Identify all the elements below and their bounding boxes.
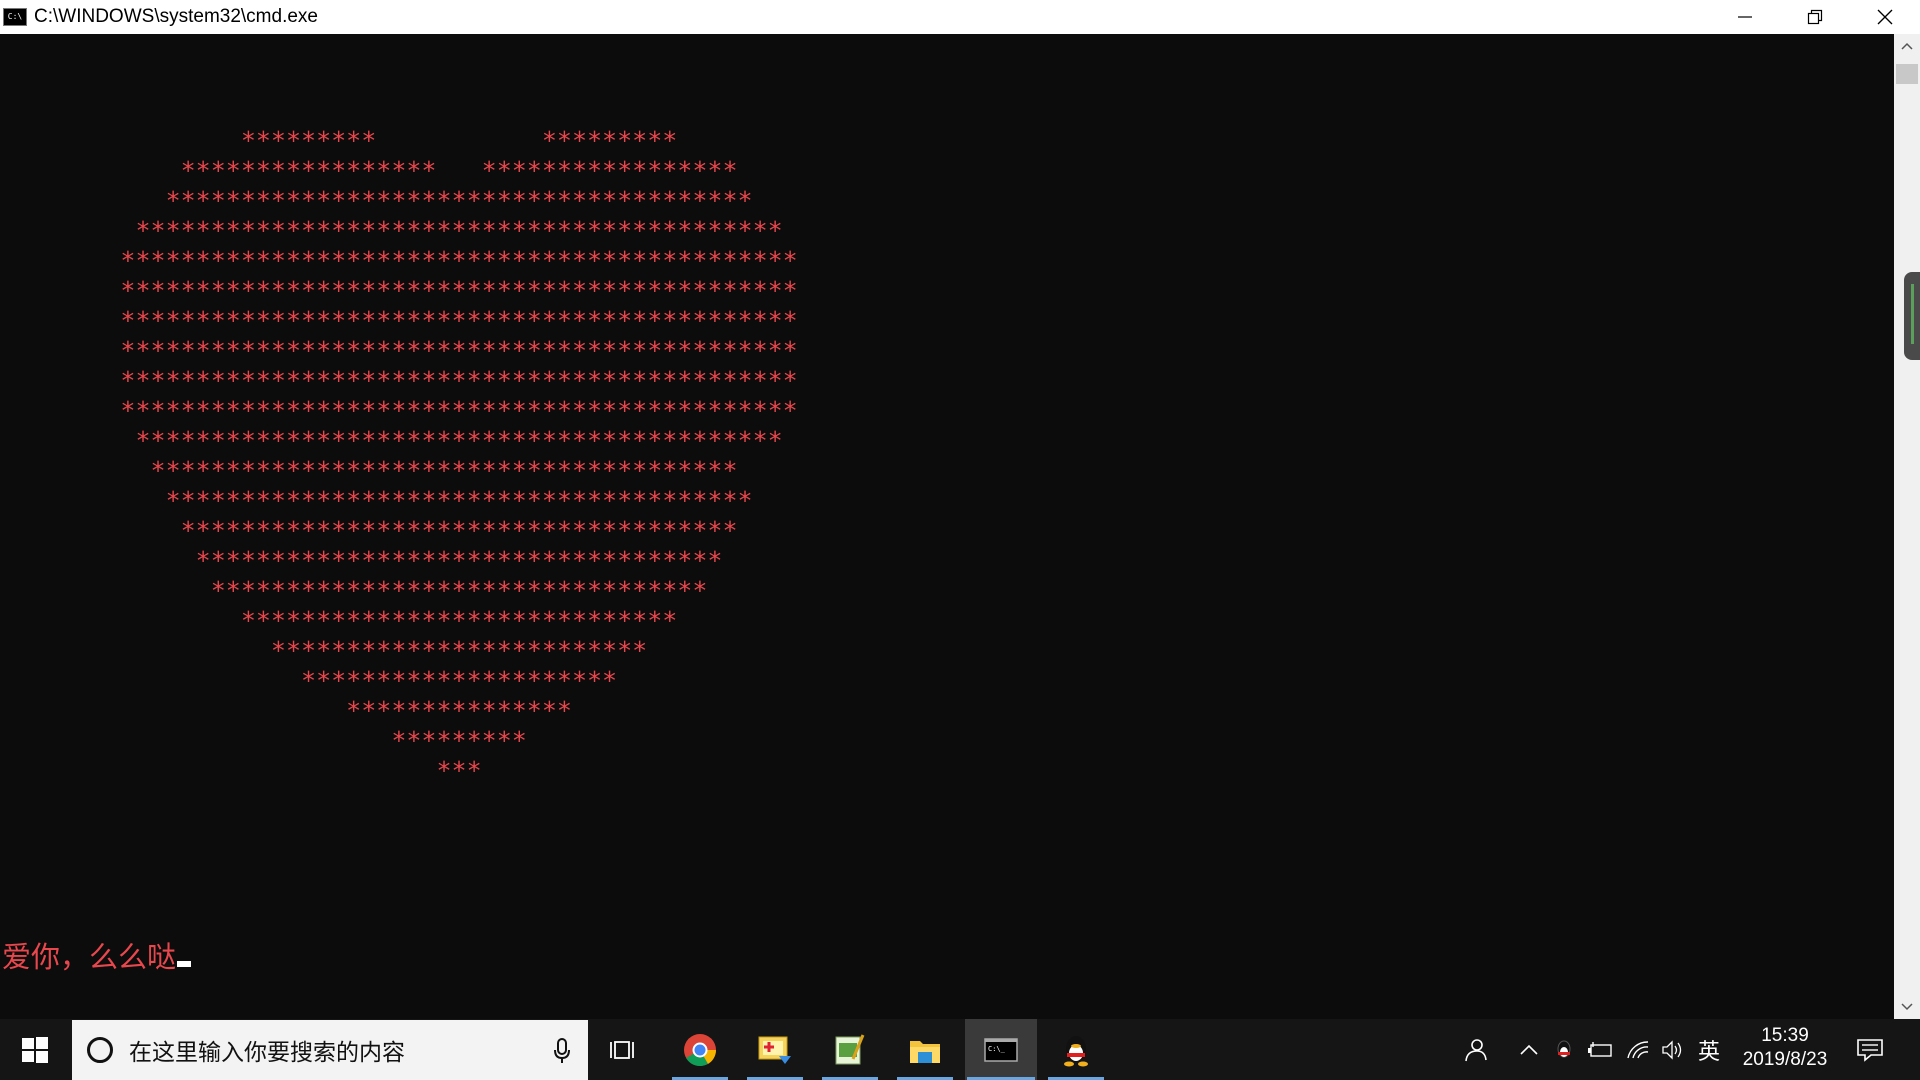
console-message: 爱你，么么哒 (2, 934, 192, 976)
battery-button[interactable] (1587, 1019, 1613, 1080)
cmd-icon[interactable]: C:\ (3, 8, 27, 26)
cmd-icon-glyph: C:\ (7, 12, 23, 21)
heart-line: ********************************* (0, 576, 708, 605)
heart-line: ****************************************… (0, 246, 798, 275)
battery-icon (1588, 1041, 1612, 1057)
notepad-plus-icon (835, 1033, 865, 1064)
heart-line: ****************************************… (0, 306, 798, 335)
chevron-up-icon (1520, 1044, 1538, 1055)
windows-logo-icon (22, 1036, 48, 1063)
heart-line: ***************** ***************** (0, 156, 738, 185)
scroll-down-button[interactable] (1894, 995, 1920, 1019)
volume-button[interactable] (1660, 1019, 1686, 1080)
cmd-icon: C:\_ (984, 1037, 1018, 1062)
people-icon (1465, 1038, 1487, 1061)
heart-line: ************************************* (0, 516, 738, 545)
qq-icon (1064, 1035, 1088, 1066)
heart-line: *** (0, 756, 482, 785)
side-panel-handle[interactable] (1904, 272, 1920, 360)
volume-icon (1662, 1039, 1682, 1060)
heart-line: ********************* (0, 666, 618, 695)
text-cursor (177, 961, 192, 967)
heart-line: *************************************** (0, 186, 753, 215)
microphone-icon[interactable] (554, 1038, 570, 1064)
task-view-button[interactable] (594, 1019, 654, 1080)
taskbar-chrome[interactable] (670, 1019, 730, 1080)
photo-editor-icon (758, 1036, 791, 1064)
heart-line: *************************************** (0, 456, 738, 485)
notification-icon (1857, 1038, 1883, 1062)
heart-ascii-art: ********* ********* ***************** **… (0, 126, 798, 786)
search-placeholder: 在这里输入你要搜索的内容 (129, 1039, 405, 1065)
start-button[interactable] (0, 1019, 70, 1080)
people-button[interactable] (1462, 1019, 1488, 1080)
heart-line: *************************************** (0, 486, 753, 515)
taskbar-search-box[interactable]: 在这里输入你要搜索的内容 (72, 1020, 588, 1080)
heart-line: ************************* (0, 636, 648, 665)
cortana-icon[interactable] (87, 1037, 113, 1063)
message-text: 爱你，么么哒 (2, 940, 177, 974)
network-button[interactable] (1625, 1019, 1651, 1080)
window-title: C:\WINDOWS\system32\cmd.exe (34, 6, 318, 27)
heart-line: *************** (0, 696, 572, 725)
taskbar-notepad-plus[interactable] (820, 1019, 880, 1080)
wifi-icon (1627, 1040, 1649, 1058)
heart-line: ********* (0, 726, 527, 755)
show-hidden-icons-button[interactable] (1518, 1019, 1540, 1080)
heart-line: ****************************************… (0, 216, 783, 245)
svg-text:C:\_: C:\_ (988, 1045, 1006, 1053)
heart-line: ****************************************… (0, 276, 798, 305)
heart-line: ********* ********* (0, 126, 678, 155)
taskbar-photo-editor[interactable] (745, 1019, 805, 1080)
restore-icon (1807, 9, 1823, 25)
taskbar: 在这里输入你要搜索的内容 C:\_ 英 15:39 2019/8/23 (0, 1019, 1920, 1080)
close-icon (1877, 9, 1893, 25)
close-button[interactable] (1850, 0, 1920, 34)
qq-tray-icon (1557, 1040, 1571, 1057)
heart-line: ****************************************… (0, 396, 798, 425)
heart-line: *********************************** (0, 546, 723, 575)
taskbar-file-explorer[interactable] (895, 1019, 955, 1080)
scroll-up-button[interactable] (1894, 34, 1920, 58)
clock-time: 15:39 (1761, 1025, 1809, 1046)
chrome-icon (684, 1033, 717, 1066)
minimize-button[interactable] (1710, 0, 1780, 34)
chevron-up-icon (1901, 42, 1913, 50)
heart-line: ****************************************… (0, 366, 798, 395)
clock-date: 2019/8/23 (1742, 1049, 1828, 1070)
clock[interactable]: 15:39 2019/8/23 (1730, 1019, 1840, 1080)
title-bar[interactable]: C:\ C:\WINDOWS\system32\cmd.exe (0, 0, 1920, 34)
vertical-scrollbar[interactable] (1894, 34, 1920, 1019)
taskbar-cmd[interactable]: C:\_ (965, 1019, 1037, 1080)
console-output[interactable]: ********* ********* ***************** **… (0, 34, 1894, 1019)
heart-line: ***************************** (0, 606, 678, 635)
restore-button[interactable] (1780, 0, 1850, 34)
scroll-thumb[interactable] (1896, 64, 1918, 84)
input-language-indicator[interactable]: 英 (1694, 1019, 1724, 1080)
action-center-button[interactable] (1852, 1019, 1888, 1080)
qq-tray-button[interactable] (1553, 1019, 1575, 1080)
heart-line: ****************************************… (0, 336, 798, 365)
minimize-icon (1738, 16, 1752, 18)
file-explorer-icon (910, 1040, 940, 1063)
chevron-down-icon (1901, 1003, 1913, 1011)
taskbar-qq[interactable] (1046, 1019, 1106, 1080)
heart-line: ****************************************… (0, 426, 783, 455)
task-view-icon (610, 1040, 634, 1059)
